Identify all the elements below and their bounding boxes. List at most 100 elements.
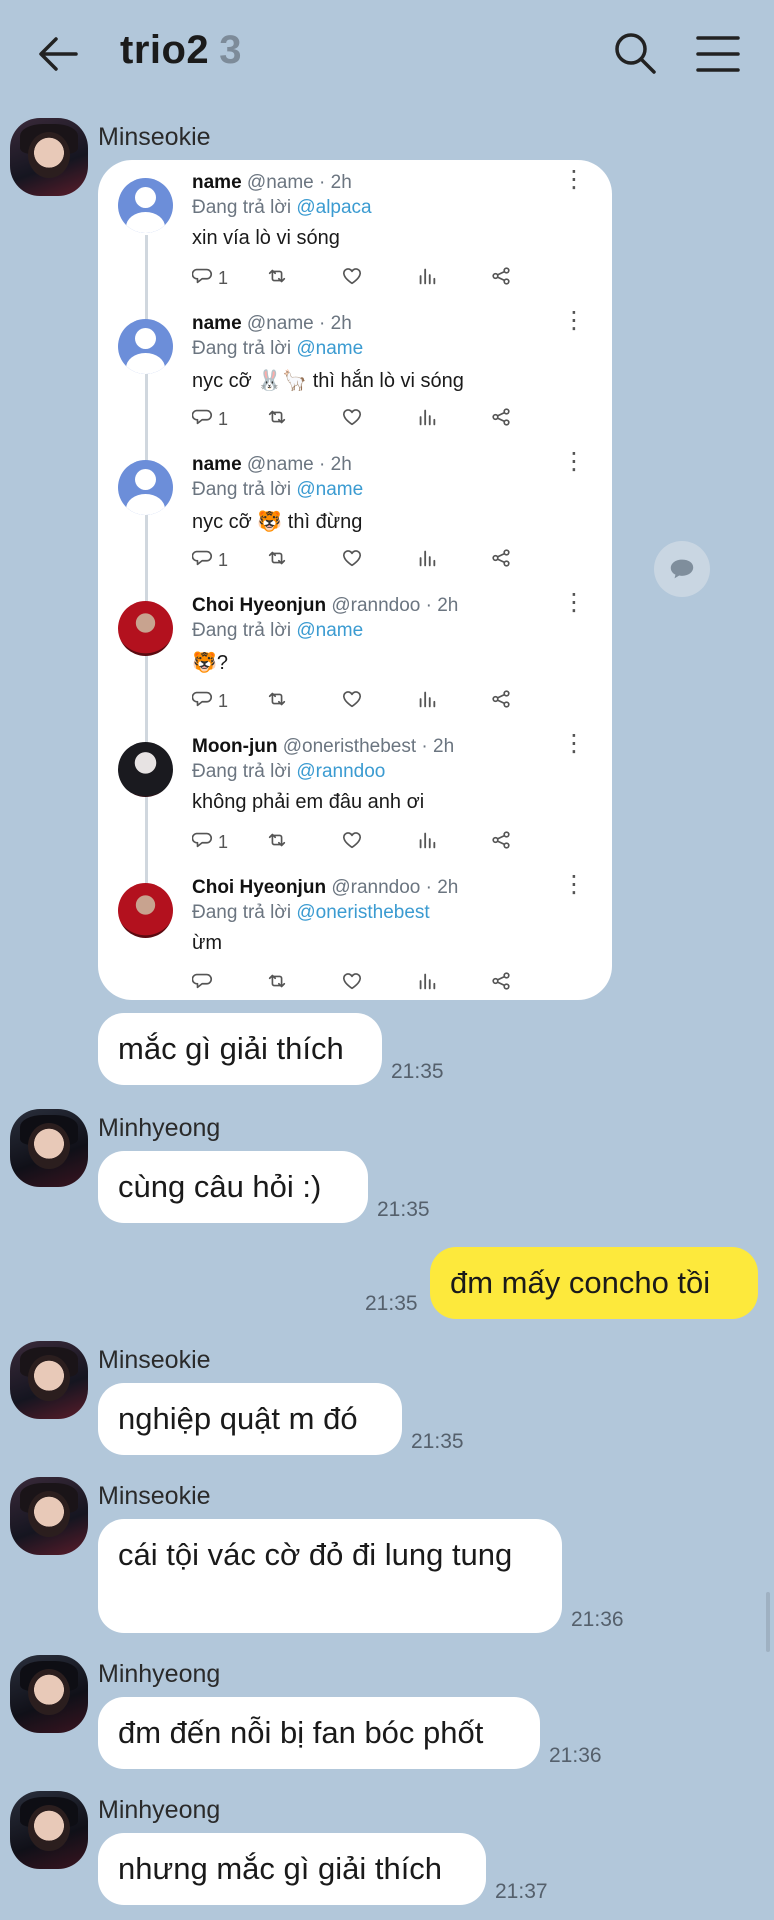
scrollbar[interactable] bbox=[766, 1592, 770, 1652]
tweet-author[interactable]: name bbox=[192, 454, 242, 475]
tweet-author[interactable]: Choi Hyeonjun bbox=[192, 877, 326, 898]
avatar[interactable] bbox=[10, 1109, 88, 1187]
chat-bubble-icon[interactable] bbox=[654, 541, 710, 597]
tweet-header: name @name · 2h bbox=[192, 313, 352, 335]
chat-title: trio2 3 bbox=[120, 28, 242, 73]
tweet-avatar[interactable] bbox=[118, 742, 173, 797]
message-bubble[interactable]: nhưng mắc gì giải thích bbox=[98, 1833, 486, 1905]
message-bubble[interactable]: cùng câu hỏi :) bbox=[98, 1151, 368, 1223]
tweet-reply-context: Đang trả lời @name bbox=[192, 338, 363, 360]
retweet-icon bbox=[266, 406, 288, 433]
avatar[interactable] bbox=[10, 118, 88, 196]
menu-icon[interactable] bbox=[696, 34, 740, 74]
tweet[interactable]: Choi Hyeonjun @ranndoo · 2h Đang trả lời … bbox=[98, 583, 612, 724]
tweet-thread-card[interactable]: name @name · 2h Đang trả lời @alpaca xin v… bbox=[98, 160, 612, 1000]
share-button[interactable] bbox=[490, 688, 512, 714]
message-bubble[interactable]: đm đến nỗi bị fan bóc phốt bbox=[98, 1697, 540, 1769]
more-icon[interactable]: ⋮ bbox=[562, 309, 586, 333]
reply-button[interactable]: 1 bbox=[191, 547, 228, 573]
retweet-button[interactable] bbox=[266, 406, 288, 432]
views-button[interactable] bbox=[416, 970, 438, 996]
reply-icon bbox=[191, 829, 214, 856]
tweet-avatar[interactable] bbox=[118, 319, 173, 374]
message-bubble[interactable]: mắc gì giải thích bbox=[98, 1013, 382, 1085]
search-icon[interactable] bbox=[612, 30, 658, 76]
reply-button[interactable]: 1 bbox=[191, 265, 228, 291]
reply-mention[interactable]: @ranndoo bbox=[296, 761, 385, 782]
views-button[interactable] bbox=[416, 829, 438, 855]
tweet[interactable]: name @name · 2h Đang trả lời @alpaca xin v… bbox=[98, 160, 612, 301]
reply-button[interactable]: 1 bbox=[191, 829, 228, 856]
tweet-avatar[interactable] bbox=[118, 601, 173, 656]
share-button[interactable] bbox=[490, 970, 512, 996]
views-button[interactable] bbox=[416, 688, 438, 714]
share-button[interactable] bbox=[490, 265, 512, 291]
tweet-author[interactable]: Choi Hyeonjun bbox=[192, 595, 326, 616]
avatar[interactable] bbox=[10, 1655, 88, 1733]
more-icon[interactable]: ⋮ bbox=[562, 591, 586, 615]
reply-mention[interactable]: @name bbox=[296, 338, 363, 359]
reply-button[interactable]: 1 bbox=[191, 406, 229, 432]
more-icon[interactable]: ⋮ bbox=[562, 450, 586, 474]
back-arrow-icon[interactable] bbox=[36, 32, 80, 76]
views-icon bbox=[416, 265, 438, 292]
tweet-avatar[interactable] bbox=[118, 460, 173, 515]
tweet-handle-time: @oneristhebest · 2h bbox=[282, 736, 455, 757]
retweet-button[interactable] bbox=[266, 970, 288, 996]
like-button[interactable] bbox=[341, 829, 363, 855]
more-icon[interactable]: ⋮ bbox=[562, 873, 586, 897]
reply-prefix: Đang trả lời bbox=[192, 761, 292, 782]
like-icon bbox=[341, 970, 363, 997]
more-icon[interactable]: ⋮ bbox=[562, 168, 586, 192]
reply-prefix: Đang trả lời bbox=[192, 479, 292, 500]
tweet-header: Choi Hyeonjun @ranndoo · 2h bbox=[192, 595, 458, 617]
share-icon bbox=[490, 688, 512, 715]
like-icon bbox=[341, 688, 363, 715]
tweet-header: Choi Hyeonjun @ranndoo · 2h bbox=[192, 877, 458, 899]
tweet[interactable]: Moon-jun @oneristhebest · 2h Đang trả lời… bbox=[98, 724, 612, 865]
share-button[interactable] bbox=[490, 547, 512, 573]
reply-mention[interactable]: @alpaca bbox=[296, 197, 371, 218]
tweet[interactable]: name @name · 2h Đang trả lời @name nyc cỡ … bbox=[98, 301, 612, 442]
avatar[interactable] bbox=[10, 1341, 88, 1419]
share-button[interactable] bbox=[490, 406, 512, 432]
reply-mention[interactable]: @name bbox=[296, 620, 363, 641]
tweet-author[interactable]: Moon-jun bbox=[192, 736, 277, 757]
message-time: 21:35 bbox=[411, 1430, 464, 1453]
retweet-button[interactable] bbox=[266, 829, 288, 855]
tweet[interactable]: name @name · 2h Đang trả lời @name nyc cỡ … bbox=[98, 442, 612, 583]
reply-count: 1 bbox=[218, 408, 229, 429]
message-bubble[interactable]: nghiệp quật m đó bbox=[98, 1383, 402, 1455]
views-button[interactable] bbox=[416, 547, 438, 573]
tweet-header: name @name · 2h bbox=[192, 454, 352, 476]
share-button[interactable] bbox=[490, 829, 512, 855]
my-message-bubble[interactable]: đm mấy concho tồi bbox=[430, 1247, 758, 1319]
reply-mention[interactable]: @name bbox=[296, 479, 363, 500]
sender-name: Minhyeong bbox=[98, 1796, 221, 1824]
like-button[interactable] bbox=[341, 547, 363, 573]
message-bubble[interactable]: cái tội vác cờ đỏ đi lung tung bbox=[98, 1519, 562, 1633]
tweet-author[interactable]: name bbox=[192, 172, 242, 193]
reply-button[interactable]: 1 bbox=[191, 688, 228, 714]
retweet-button[interactable] bbox=[266, 265, 288, 291]
like-button[interactable] bbox=[341, 406, 363, 432]
sender-name: Minhyeong bbox=[98, 1114, 221, 1142]
like-button[interactable] bbox=[341, 970, 363, 996]
retweet-button[interactable] bbox=[266, 688, 288, 714]
avatar[interactable] bbox=[10, 1791, 88, 1869]
like-button[interactable] bbox=[341, 688, 363, 714]
reply-mention[interactable]: @oneristhebest bbox=[296, 902, 429, 923]
views-button[interactable] bbox=[416, 406, 438, 432]
tweet-avatar[interactable] bbox=[118, 883, 173, 938]
reply-button[interactable] bbox=[191, 970, 218, 996]
like-button[interactable] bbox=[341, 265, 363, 291]
tweet[interactable]: Choi Hyeonjun @ranndoo · 2h Đang trả lời … bbox=[98, 865, 612, 1000]
tweet-avatar[interactable] bbox=[118, 178, 173, 233]
retweet-button[interactable] bbox=[266, 547, 288, 573]
tweet-reply-context: Đang trả lời @name bbox=[192, 620, 363, 642]
views-button[interactable] bbox=[416, 265, 438, 291]
avatar[interactable] bbox=[10, 1477, 88, 1555]
retweet-icon bbox=[266, 547, 288, 574]
more-icon[interactable]: ⋮ bbox=[562, 732, 586, 756]
tweet-author[interactable]: name bbox=[192, 313, 242, 334]
